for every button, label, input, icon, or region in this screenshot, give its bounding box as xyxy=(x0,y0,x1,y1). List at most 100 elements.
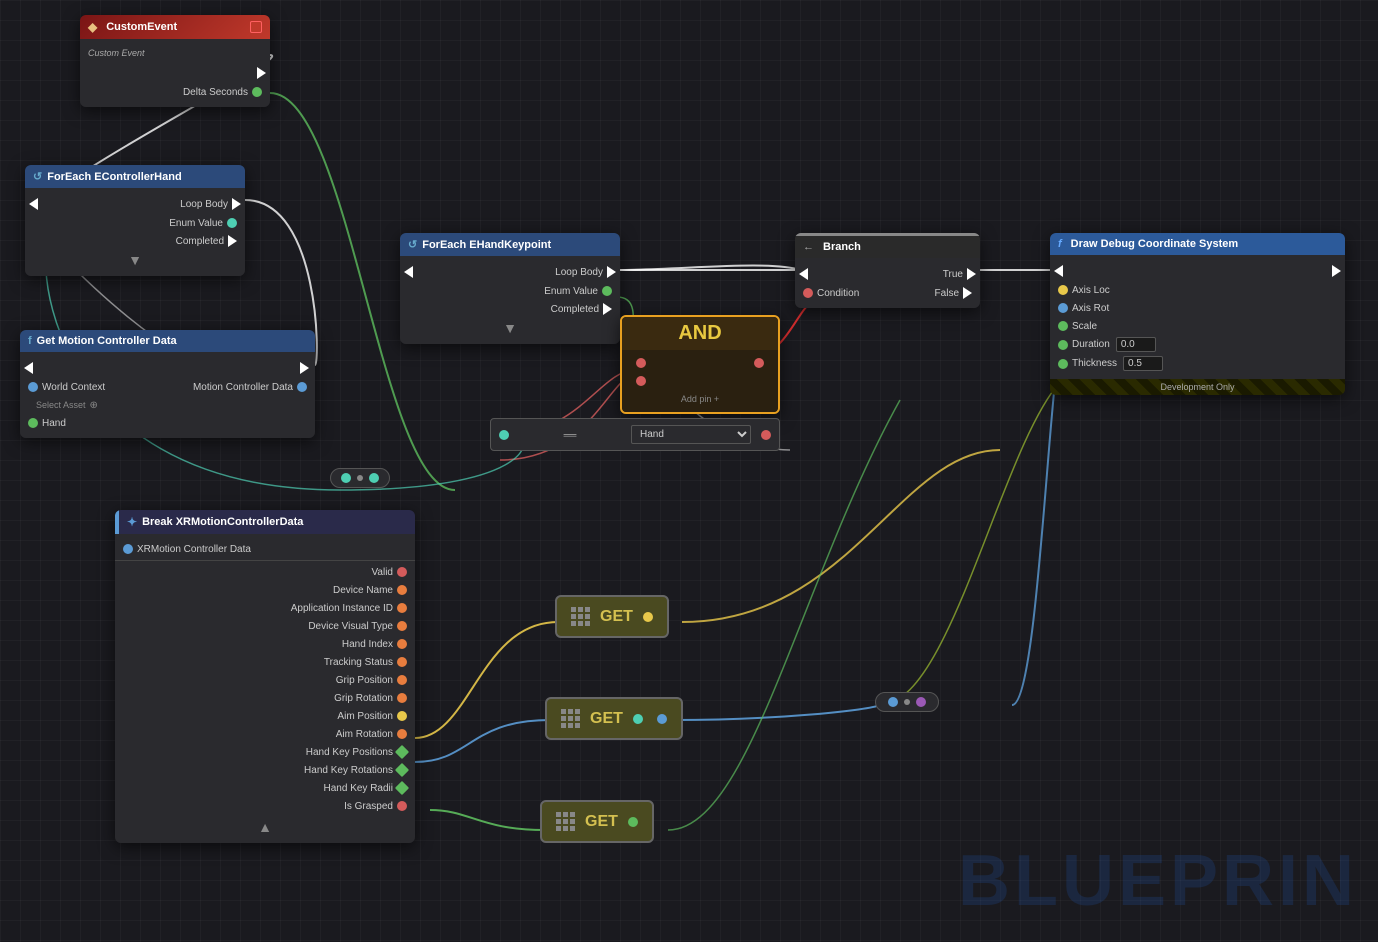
reroute-out-pin xyxy=(369,473,379,483)
add-pin-label[interactable]: Add pin + xyxy=(681,394,719,404)
axis-loc-pin xyxy=(1058,285,1068,295)
device-name-label: Device Name xyxy=(333,585,393,596)
app-instance-label: Application Instance ID xyxy=(291,603,393,614)
aim-rotation-pin xyxy=(397,729,407,739)
enum-value-label: Enum Value xyxy=(169,218,223,229)
enum-value-kp-label: Enum Value xyxy=(544,286,598,297)
false-exec-pin xyxy=(963,287,972,299)
valid-label: Valid xyxy=(372,567,394,578)
tracking-status-pin xyxy=(397,657,407,667)
hand-index-label: Hand Index xyxy=(342,639,393,650)
true-label: True xyxy=(943,269,963,280)
hand-key-radii-label: Hand Key Radii xyxy=(324,783,393,794)
xr-motion-pin xyxy=(123,544,133,554)
reroute-mid-dot xyxy=(357,475,363,481)
duration-input[interactable] xyxy=(1116,337,1156,352)
and-in-pin-1 xyxy=(636,358,646,368)
true-exec-pin xyxy=(967,268,976,280)
and-label: AND xyxy=(678,322,721,345)
break-xr-title: Break XRMotionControllerData xyxy=(142,516,303,528)
hand-dropdown[interactable]: Hand xyxy=(631,425,751,444)
delta-seconds-label: Delta Seconds xyxy=(183,87,248,98)
xr-motion-label: XRMotion Controller Data xyxy=(137,544,251,555)
thickness-label: Thickness xyxy=(1072,358,1117,369)
enum-value-pin xyxy=(227,218,237,228)
get-label-1: GET xyxy=(600,608,633,626)
reroute2-mid-dot xyxy=(904,699,910,705)
custom-event-subtitle: Custom Event xyxy=(88,48,145,58)
reroute-node-2 xyxy=(875,692,939,712)
f-icon: f xyxy=(1058,238,1062,250)
hand-key-rot-pin xyxy=(395,763,409,777)
loop-body-kp-exec xyxy=(607,266,616,278)
hand-compare-left-pin xyxy=(499,430,509,440)
world-context-label: World Context xyxy=(42,382,105,393)
development-only-label: Development Only xyxy=(1050,379,1345,395)
thickness-pin xyxy=(1058,359,1068,369)
grip-rotation-pin xyxy=(397,693,407,703)
and-out-pin xyxy=(754,358,764,368)
axis-rot-pin xyxy=(1058,303,1068,313)
branch-title: Branch xyxy=(823,241,861,253)
get-node-2: GET xyxy=(545,697,683,740)
get-grid-icon-2 xyxy=(561,709,580,728)
device-visual-label: Device Visual Type xyxy=(308,621,393,632)
draw-debug-node: f Draw Debug Coordinate System Axis Loc … xyxy=(1050,233,1345,395)
tracking-status-label: Tracking Status xyxy=(324,657,393,668)
completed-label: Completed xyxy=(176,236,224,247)
exec-in-motion xyxy=(24,362,33,374)
duration-label: Duration xyxy=(1072,339,1110,350)
duration-pin xyxy=(1058,340,1068,350)
break-xr-node: ✦ Break XRMotionControllerData XRMotion … xyxy=(115,510,415,843)
hand-pin xyxy=(28,418,38,428)
app-instance-pin xyxy=(397,603,407,613)
get-grid-icon-1 xyxy=(571,607,590,626)
thickness-input[interactable] xyxy=(1123,356,1163,371)
custom-event-title: CustomEvent xyxy=(102,21,245,33)
foreach-hand-title: ForEach EControllerHand xyxy=(47,171,181,183)
completed-kp-exec xyxy=(603,303,612,315)
exec-out-icon xyxy=(257,67,266,79)
exec-out-motion xyxy=(300,362,309,374)
hand-compare-out-pin xyxy=(761,430,771,440)
scale-label: Scale xyxy=(1072,321,1097,332)
condition-pin xyxy=(803,288,813,298)
aim-rotation-label: Aim Rotation xyxy=(336,729,393,740)
get-in-pin-2 xyxy=(633,714,643,724)
branch-node: ← Branch True Condition False xyxy=(795,233,980,308)
get-node-3: GET xyxy=(540,800,654,843)
foreach-econtrollerhand-node: ↺ ForEach EControllerHand Loop Body Enum… xyxy=(25,165,245,276)
get-grid-icon-3 xyxy=(556,812,575,831)
grip-rotation-label: Grip Rotation xyxy=(334,693,393,704)
get-out-pin-2 xyxy=(657,714,667,724)
expand-icon[interactable]: ▼ xyxy=(128,252,142,268)
grip-position-pin xyxy=(397,675,407,685)
exec-in-branch xyxy=(799,268,808,280)
get-motion-title: Get Motion Controller Data xyxy=(37,335,177,347)
get-motion-controller-data-node: f Get Motion Controller Data World Conte… xyxy=(20,330,315,438)
break-icon: ✦ xyxy=(127,515,137,529)
get-out-pin-3 xyxy=(628,817,638,827)
expand-break-icon[interactable]: ▲ xyxy=(258,819,272,835)
motion-data-pin xyxy=(297,382,307,392)
hand-key-pos-pin xyxy=(395,745,409,759)
custom-event-node: ◆ CustomEvent Custom Event Delta Seconds xyxy=(80,15,270,107)
exec-in-draw xyxy=(1054,265,1063,277)
reroute-node-1 xyxy=(330,468,390,488)
draw-debug-title: Draw Debug Coordinate System xyxy=(1071,238,1238,250)
exec-out-draw xyxy=(1332,265,1341,277)
motion-data-label: Motion Controller Data xyxy=(193,382,293,393)
hand-key-rot-label: Hand Key Rotations xyxy=(304,765,393,776)
hand-compare-node: ══ Hand xyxy=(490,418,780,451)
false-label: False xyxy=(935,288,959,299)
exec-in-keypoint xyxy=(404,266,413,278)
get-label-3: GET xyxy=(585,813,618,831)
expand-kp-icon[interactable]: ▼ xyxy=(503,320,517,336)
select-asset-icon: ⊕ xyxy=(90,400,98,411)
equals-operator: ══ xyxy=(515,430,625,440)
completed-kp-label: Completed xyxy=(551,304,599,315)
condition-label: Condition xyxy=(817,288,859,299)
reroute2-in-pin xyxy=(888,697,898,707)
hand-index-pin xyxy=(397,639,407,649)
delta-seconds-pin xyxy=(252,87,262,97)
